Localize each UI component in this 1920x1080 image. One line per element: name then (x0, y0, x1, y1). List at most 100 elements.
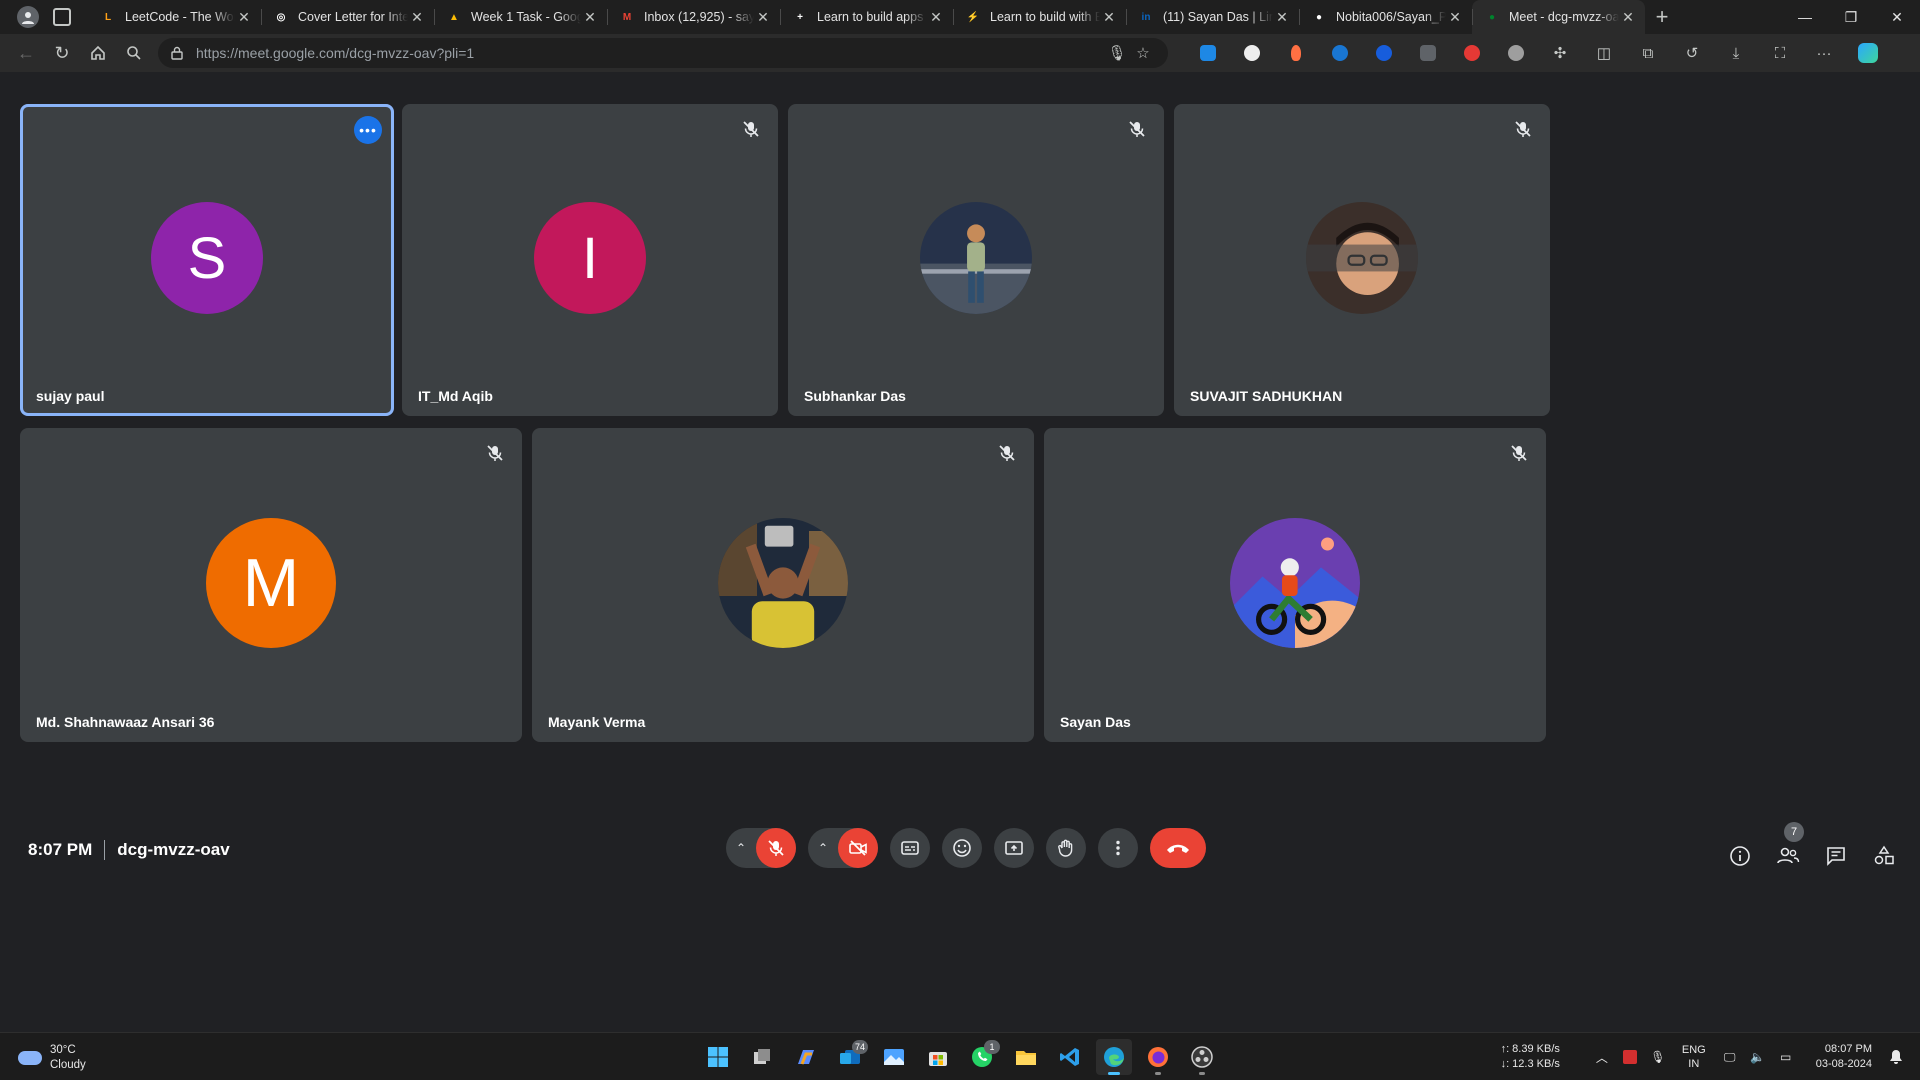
participant-tile[interactable]: S ••• sujay paul (20, 104, 394, 416)
extension-adblock-icon[interactable] (1450, 38, 1494, 68)
raise-hand-button[interactable] (1046, 828, 1086, 868)
extension-blue-circle-icon[interactable] (1318, 38, 1362, 68)
split-screen-icon[interactable]: ◫ (1582, 38, 1626, 68)
screenshot-icon[interactable]: ⛶ (1758, 38, 1802, 68)
participant-tile[interactable]: Subhankar Das (788, 104, 1164, 416)
language-indicator[interactable]: ENG IN (1682, 1043, 1706, 1071)
browser-tab[interactable]: ▲ Week 1 Task - Google Drive✕ (434, 0, 607, 34)
task-view-button[interactable] (744, 1039, 780, 1075)
taskbar-file-explorer[interactable] (1008, 1039, 1044, 1075)
minimize-icon[interactable]: — (1782, 0, 1828, 34)
taskbar-vscode[interactable] (1052, 1039, 1088, 1075)
new-tab-button[interactable]: + (1645, 4, 1679, 30)
restore-icon[interactable]: ❐ (1828, 0, 1874, 34)
extensions-puzzle-icon[interactable]: ✣ (1538, 38, 1582, 68)
reload-icon[interactable]: ↻ (44, 38, 80, 68)
profile-avatar-icon[interactable] (17, 6, 39, 28)
browser-tab[interactable]: in (11) Sayan Das | LinkedIn✕ (1126, 0, 1299, 34)
leave-call-button[interactable] (1150, 828, 1206, 868)
weather-widget[interactable]: 30°C Cloudy (18, 1043, 86, 1073)
extension-bitwarden-icon[interactable] (1362, 38, 1406, 68)
participant-tile[interactable]: Sayan Das (1044, 428, 1546, 742)
people-button[interactable]: 7 (1764, 822, 1812, 876)
activities-button[interactable] (1860, 836, 1908, 876)
back-arrow-icon[interactable]: ← (8, 38, 44, 68)
hand-icon (1058, 839, 1073, 857)
collections-icon[interactable]: ⧉ (1626, 38, 1670, 68)
participant-name: Sayan Das (1060, 714, 1131, 730)
extension-blue-folder-icon[interactable] (1186, 38, 1230, 68)
tab-close-icon[interactable]: ✕ (1619, 9, 1637, 26)
task-view-icon (754, 1049, 770, 1064)
tab-close-icon[interactable]: ✕ (927, 9, 945, 26)
tab-close-icon[interactable]: ✕ (1446, 9, 1464, 26)
meeting-details-button[interactable] (1716, 836, 1764, 876)
lock-icon[interactable] (170, 46, 184, 60)
history-icon[interactable]: ↺ (1670, 38, 1714, 68)
extension-gear-icon[interactable] (1494, 38, 1538, 68)
reactions-button[interactable] (942, 828, 982, 868)
tab-close-icon[interactable]: ✕ (581, 9, 599, 26)
taskbar-firefox[interactable] (1140, 1039, 1176, 1075)
browser-tab[interactable]: L LeetCode - The World's Leading Online P… (88, 0, 261, 34)
tab-title: Cover Letter for Internship (298, 10, 408, 24)
extension-w-icon[interactable] (1230, 38, 1274, 68)
taskbar-obs[interactable] (1184, 1039, 1220, 1075)
show-hidden-icons-chevron-icon[interactable]: ︿ (1590, 1049, 1614, 1066)
taskbar-photos[interactable] (876, 1039, 912, 1075)
participant-tile[interactable]: Mayank Verma (532, 428, 1034, 742)
battery-icon[interactable]: ▭ (1774, 1050, 1798, 1064)
tab-close-icon[interactable]: ✕ (1100, 9, 1118, 26)
taskbar-whatsapp[interactable]: 1 (964, 1039, 1000, 1075)
workspaces-icon[interactable] (53, 8, 71, 26)
unmute-button[interactable] (756, 828, 796, 868)
security-shield-icon[interactable] (1618, 1050, 1642, 1064)
taskbar-copilot[interactable] (788, 1039, 824, 1075)
browser-tab[interactable]: M Inbox (12,925) - sayan✕ (607, 0, 780, 34)
volume-icon[interactable]: 🔈 (1746, 1050, 1770, 1064)
address-bar[interactable]: https://meet.google.com/dcg-mvzz-oav?pli… (158, 38, 1168, 68)
microphone-icon[interactable]: 🎙 (1104, 44, 1130, 62)
favorite-star-icon[interactable]: ☆ (1130, 44, 1156, 62)
more-options-icon[interactable]: ··· (1802, 38, 1846, 68)
home-icon[interactable] (80, 38, 116, 68)
participant-options-button[interactable]: ••• (354, 116, 382, 144)
chat-button[interactable] (1812, 836, 1860, 876)
audio-settings-chevron-icon[interactable]: ⌃ (726, 841, 756, 855)
extension-folder-icon[interactable] (1406, 38, 1450, 68)
more-options-button[interactable] (1098, 828, 1138, 868)
browser-tab[interactable]: ● Meet - dcg-mvzz-oav ✕ (1472, 0, 1645, 34)
browser-tab[interactable]: ◎ Cover Letter for Internship✕ (261, 0, 434, 34)
taskbar-store[interactable] (920, 1039, 956, 1075)
turn-on-camera-button[interactable] (838, 828, 878, 868)
close-window-icon[interactable]: ✕ (1874, 0, 1920, 34)
video-settings-chevron-icon[interactable]: ⌃ (808, 841, 838, 855)
captions-button[interactable] (890, 828, 930, 868)
tab-close-icon[interactable]: ✕ (1273, 9, 1291, 26)
mic-muted-icon (1508, 442, 1530, 464)
taskbar-outlook[interactable]: 74 (832, 1039, 868, 1075)
extension-orange-drop-icon[interactable] (1274, 38, 1318, 68)
tab-close-icon[interactable]: ✕ (408, 9, 426, 26)
browser-tab[interactable]: ● Nobita006/Sayan_Portfolio✕ (1299, 0, 1472, 34)
running-indicator (1199, 1072, 1205, 1075)
notification-bell-icon[interactable] (1884, 1049, 1908, 1065)
present-screen-button[interactable] (994, 828, 1034, 868)
participant-tile[interactable]: I IT_Md Aqib (402, 104, 778, 416)
taskbar-edge[interactable] (1096, 1039, 1132, 1075)
browser-tab[interactable]: + Learn to build apps with AI✕ (780, 0, 953, 34)
browser-tab[interactable]: ⚡ Learn to build with Bolt✕ (953, 0, 1126, 34)
download-icon[interactable]: ⤓ (1714, 38, 1758, 68)
tab-close-icon[interactable]: ✕ (235, 9, 253, 26)
tab-close-icon[interactable]: ✕ (754, 9, 772, 26)
copilot-icon[interactable] (1846, 38, 1890, 68)
search-icon[interactable] (116, 38, 152, 68)
microphone-tray-icon[interactable]: 🎙 (1646, 1050, 1670, 1064)
avatar: S (151, 202, 263, 314)
participant-tile[interactable]: SUVAJIT SADHUKHAN (1174, 104, 1550, 416)
date-time[interactable]: 08:07 PM 03-08-2024 (1816, 1042, 1872, 1072)
start-button[interactable] (700, 1039, 736, 1075)
participant-tile[interactable]: M Md. Shahnawaaz Ansari 36 (20, 428, 522, 742)
network-monitor-icon[interactable]: 🖵 (1718, 1050, 1742, 1065)
more-vert-icon (1116, 840, 1120, 856)
